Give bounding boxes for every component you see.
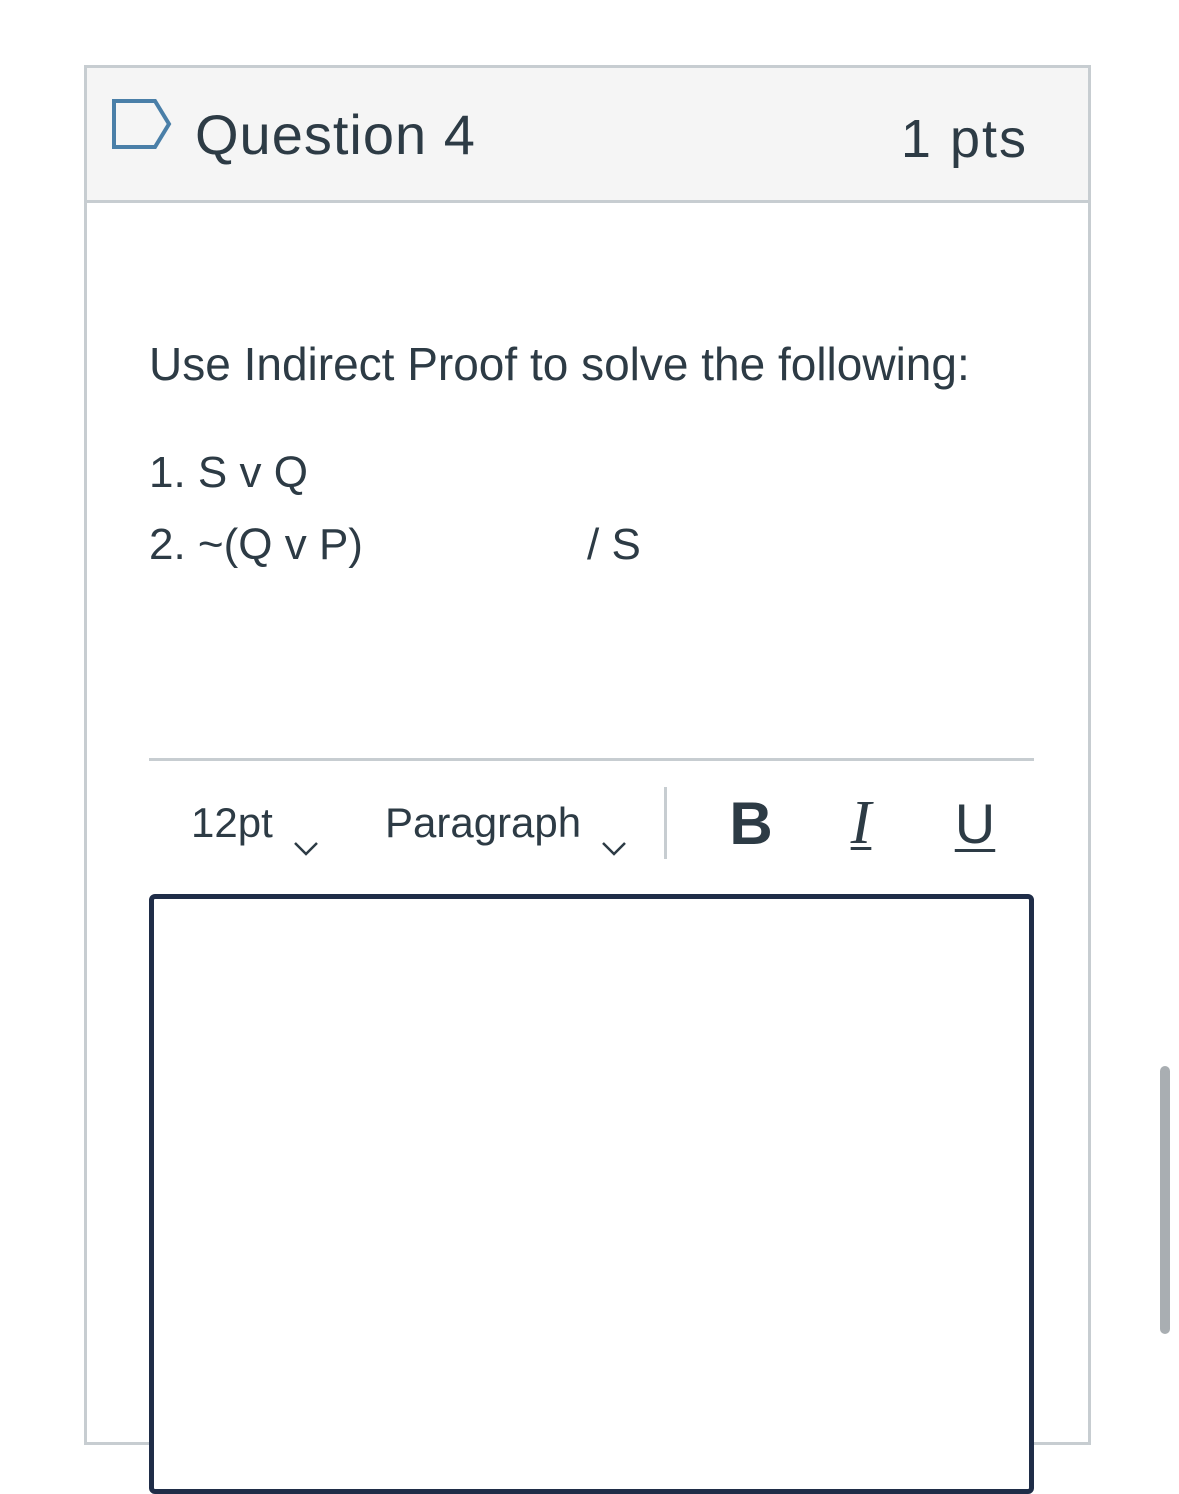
flag-question-icon[interactable] bbox=[111, 98, 173, 150]
italic-button[interactable]: I bbox=[831, 785, 891, 861]
page-scrollbar[interactable] bbox=[1160, 1066, 1170, 1334]
bold-button[interactable]: B bbox=[721, 785, 781, 861]
underline-button[interactable]: U bbox=[945, 785, 1005, 861]
question-header: Question 4 1 pts bbox=[87, 68, 1088, 203]
question-points: 1 pts bbox=[900, 109, 1028, 169]
editor-toolbar: 12pt Paragraph B I U bbox=[149, 773, 1034, 873]
question-card: Question 4 1 pts Use Indirect Proof to s… bbox=[84, 65, 1091, 1494]
question-prompt: Use Indirect Proof to solve the followin… bbox=[149, 338, 970, 390]
premise-1: 1. S v Q bbox=[149, 448, 308, 497]
premise-2: 2. ~(Q v P) bbox=[149, 520, 363, 569]
question-title: Question 4 bbox=[195, 103, 476, 166]
chevron-down-icon bbox=[293, 814, 319, 856]
block-format-dropdown[interactable]: Paragraph bbox=[385, 793, 627, 856]
block-format-value: Paragraph bbox=[385, 799, 582, 846]
font-size-value: 12pt bbox=[191, 799, 273, 846]
font-size-dropdown[interactable]: 12pt bbox=[191, 793, 319, 856]
chevron-down-icon bbox=[601, 814, 627, 856]
conclusion: / S bbox=[587, 520, 641, 569]
answer-editor[interactable] bbox=[149, 894, 1034, 1494]
editor-divider bbox=[149, 758, 1034, 761]
toolbar-separator bbox=[664, 787, 667, 859]
